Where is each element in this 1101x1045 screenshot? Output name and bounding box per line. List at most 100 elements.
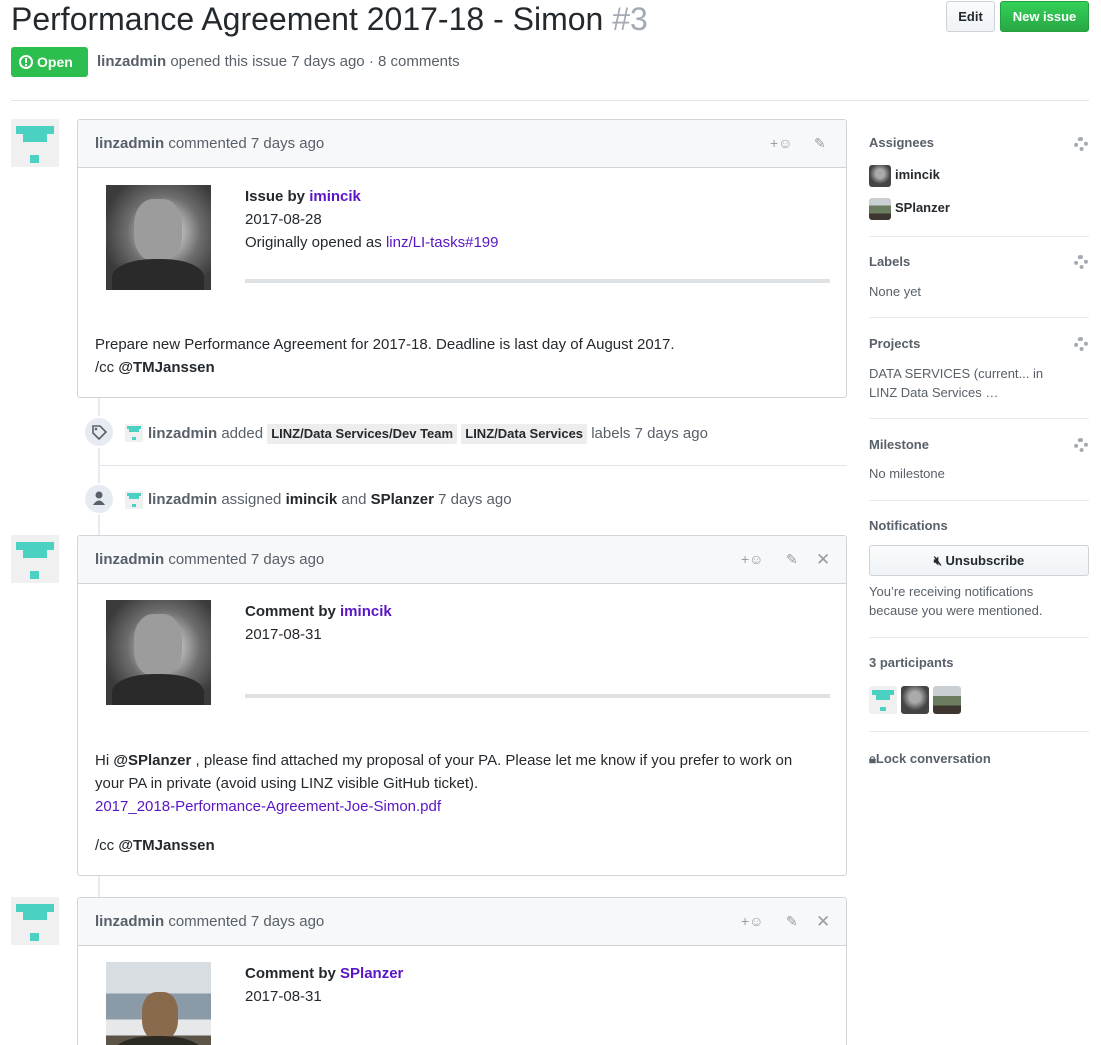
avatar[interactable]: [11, 897, 59, 945]
tag-icon: [83, 416, 115, 448]
comment-heading: Comment by imincik: [245, 603, 392, 620]
notifications-heading: Notifications: [869, 518, 948, 533]
original-issue-link[interactable]: linz/LI-tasks#199: [386, 234, 499, 251]
comment-time[interactable]: commented 7 days ago: [168, 135, 324, 152]
user-link[interactable]: SPlanzer: [340, 965, 403, 982]
comment-box: linzadmin commented 7 days ago +☺ ✎ Issu…: [77, 119, 847, 398]
mute-icon: 🔇︎: [933, 553, 942, 568]
orig-prefix: Originally opened as: [245, 234, 382, 251]
comment-author[interactable]: linzadmin: [95, 913, 164, 930]
user-photo: [106, 600, 211, 705]
heading-prefix: Issue by: [245, 188, 306, 205]
issue-opened-icon: [19, 55, 33, 69]
mention-link[interactable]: @SPlanzer: [113, 752, 191, 769]
gear-icon[interactable]: [1074, 137, 1088, 151]
participant-avatar[interactable]: [901, 686, 929, 714]
status-badge: Open: [11, 47, 88, 77]
mention-link[interactable]: @TMJanssen: [118, 837, 214, 854]
unsubscribe-label: Unsubscribe: [945, 553, 1025, 568]
edit-icon[interactable]: ✎: [814, 120, 826, 167]
comment-date: 2017-08-31: [245, 988, 322, 1005]
gear-icon[interactable]: [1074, 255, 1088, 269]
avatar[interactable]: [125, 424, 143, 442]
assignee-name: imincik: [895, 167, 940, 182]
cc-prefix: /cc: [95, 359, 115, 376]
comment-header: linzadmin commented 7 days ago +☺ ✎ ✕: [78, 536, 846, 584]
event-verb: assigned: [221, 491, 282, 508]
edit-icon[interactable]: ✎: [786, 898, 798, 945]
issue-meta: linzadmin opened this issue 7 days ago ·…: [97, 53, 460, 70]
issue-title-text: Performance Agreement 2017-18 - Simon: [11, 1, 604, 37]
add-reaction-icon[interactable]: +☺: [770, 120, 792, 167]
body-line: Prepare new Performance Agreement for 20…: [95, 336, 675, 353]
author-link[interactable]: linzadmin: [97, 53, 166, 70]
comment-header: linzadmin commented 7 days ago +☺ ✎ ✕: [78, 898, 846, 946]
lock-icon: 🔒︎: [869, 751, 876, 766]
assignee-link[interactable]: SPlanzer: [371, 491, 434, 508]
label-event: linzadmin added LINZ/Data Services/Dev T…: [148, 424, 708, 444]
assignees-heading: Assignees: [869, 135, 935, 150]
event-actor[interactable]: linzadmin: [148, 491, 217, 508]
assignee-name: SPlanzer: [895, 200, 950, 215]
comment-header: linzadmin commented 7 days ago +☺ ✎: [78, 120, 846, 168]
original-ref: Originally opened as linz/LI-tasks#199: [245, 234, 499, 251]
label-data-services[interactable]: LINZ/Data Services: [461, 424, 588, 444]
close-icon[interactable]: ✕: [816, 898, 830, 945]
meta-text: opened this issue 7 days ago · 8 comment…: [170, 53, 460, 70]
add-reaction-icon[interactable]: +☺: [741, 536, 763, 583]
cc-line: /cc @TMJanssen: [95, 834, 825, 857]
header-divider: [11, 100, 1089, 101]
assignee-item[interactable]: SPlanzer: [869, 197, 950, 220]
gear-icon[interactable]: [1074, 438, 1088, 452]
user-photo: [106, 185, 211, 290]
add-reaction-icon[interactable]: +☺: [741, 898, 763, 945]
participant-avatar[interactable]: [933, 686, 961, 714]
event-verb: added: [221, 425, 264, 442]
assignee-link[interactable]: imincik: [286, 491, 338, 508]
milestone-heading: Milestone: [869, 437, 929, 452]
attachment-link[interactable]: 2017_2018-Performance-Agreement-Joe-Simo…: [95, 798, 441, 815]
comment-author[interactable]: linzadmin: [95, 551, 164, 568]
lock-conversation-link[interactable]: 🔒︎Lock conversation: [869, 751, 991, 767]
assignee-item[interactable]: imincik: [869, 164, 940, 187]
edit-button[interactable]: Edit: [946, 1, 995, 32]
comment-box: linzadmin commented 7 days ago +☺ ✎ ✕ Co…: [77, 897, 847, 1045]
edit-icon[interactable]: ✎: [786, 536, 798, 583]
sidebar-divider: [869, 236, 1089, 237]
mention-link[interactable]: @TMJanssen: [118, 359, 214, 376]
avatar: [869, 164, 891, 187]
gear-icon[interactable]: [1074, 337, 1088, 351]
user-link[interactable]: imincik: [340, 603, 392, 620]
notifications-reason: You’re receiving notifications because y…: [869, 584, 1043, 618]
event-actor[interactable]: linzadmin: [148, 425, 217, 442]
comment-time[interactable]: commented 7 days ago: [168, 913, 324, 930]
comment-time[interactable]: commented 7 days ago: [168, 551, 324, 568]
comment-date: 2017-08-28: [245, 211, 322, 228]
user-link[interactable]: imincik: [309, 188, 361, 205]
heading-prefix: Comment by: [245, 965, 336, 982]
new-issue-button[interactable]: New issue: [1000, 1, 1089, 32]
heading-prefix: Comment by: [245, 603, 336, 620]
sidebar-divider: [869, 731, 1089, 732]
event-suffix: 7 days ago: [438, 491, 512, 508]
comment-box: linzadmin commented 7 days ago +☺ ✎ ✕ Co…: [77, 535, 847, 876]
sidebar-divider: [869, 637, 1089, 638]
comment-heading: Issue by imincik: [245, 188, 361, 205]
unsubscribe-button[interactable]: 🔇︎ Unsubscribe: [869, 545, 1089, 576]
avatar[interactable]: [11, 119, 59, 167]
comment-author[interactable]: linzadmin: [95, 135, 164, 152]
event-divider: [100, 465, 847, 466]
event-and: and: [341, 491, 367, 508]
divider: [245, 694, 830, 698]
lock-label: Lock conversation: [875, 751, 991, 766]
person-icon: [83, 483, 115, 515]
label-dev-team[interactable]: LINZ/Data Services/Dev Team: [267, 424, 458, 444]
close-icon[interactable]: ✕: [816, 536, 830, 583]
projects-value[interactable]: DATA SERVICES (current... in LINZ Data S…: [869, 364, 1069, 402]
avatar[interactable]: [125, 491, 143, 509]
issue-number: #3: [612, 1, 648, 37]
comment-text: Hi @SPlanzer , please find attached my p…: [95, 749, 825, 818]
event-suffix: labels 7 days ago: [591, 425, 708, 442]
avatar[interactable]: [11, 535, 59, 583]
participant-avatar[interactable]: [869, 686, 897, 714]
